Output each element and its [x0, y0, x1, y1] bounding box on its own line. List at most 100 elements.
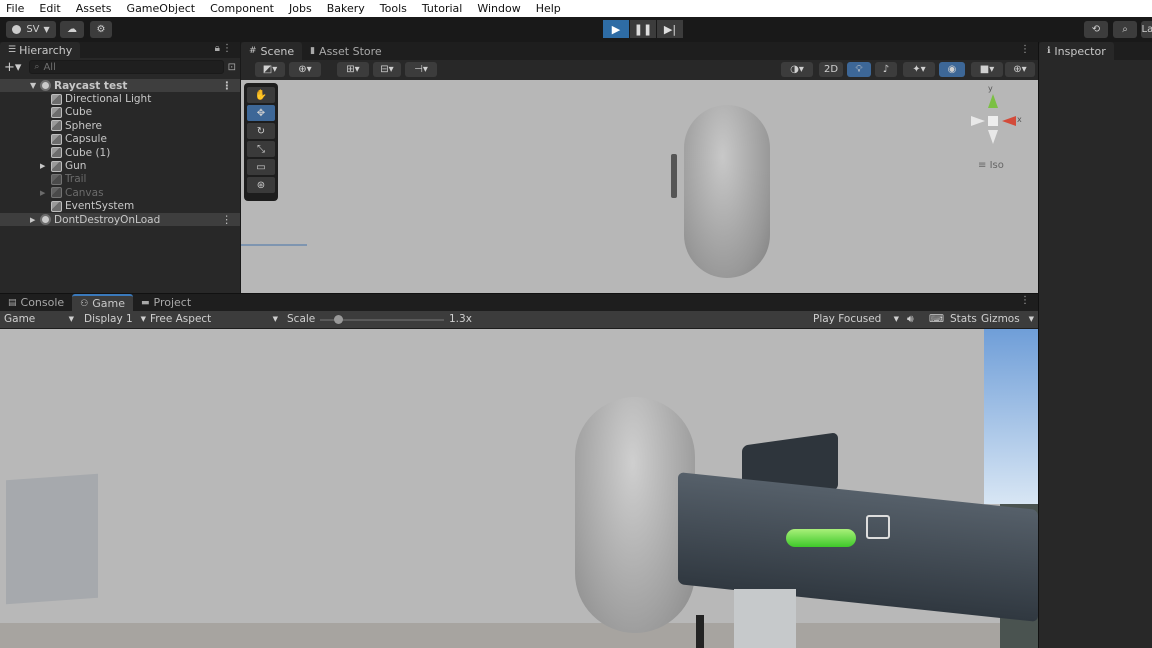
menu-file[interactable]: File — [6, 2, 24, 15]
play-button[interactable]: ▶ — [603, 20, 629, 38]
list-item[interactable]: Sphere — [0, 119, 240, 132]
scene-root-row[interactable]: ▼ Raycast test ⋮ — [0, 79, 240, 93]
history-icon[interactable]: ⟲ — [1084, 21, 1108, 38]
gizmo-neg-x[interactable] — [971, 116, 985, 126]
gizmos-dropdown[interactable]: Gizmos ▼ — [981, 313, 1037, 325]
tab-inspector[interactable]: ℹ Inspector — [1039, 42, 1114, 60]
list-item[interactable]: EventSystem — [0, 200, 240, 213]
gizmos-label: Gizmos — [981, 313, 1020, 325]
menu-jobs[interactable]: Jobs — [289, 2, 312, 15]
cloud-icon[interactable]: ☁ — [60, 21, 84, 38]
list-item[interactable]: ▶ Canvas — [0, 186, 240, 199]
list-item[interactable]: ▶ Gun — [0, 159, 240, 172]
gizmos-dropdown[interactable]: ⊕▾ — [1005, 62, 1035, 77]
tab-project[interactable]: ▬ Project — [133, 294, 200, 311]
hierarchy-search-input[interactable]: ⌕ All — [29, 60, 224, 74]
game-mode-label: Game — [4, 313, 36, 325]
rect-tool-icon[interactable]: ▭ — [247, 159, 275, 175]
kebab-menu-icon[interactable]: ⋮ — [222, 214, 233, 226]
layers-dropdown[interactable]: La — [1141, 21, 1152, 38]
dontdestroy-row[interactable]: ▶ DontDestroyOnLoad ⋮ — [0, 212, 240, 227]
menu-tutorial[interactable]: Tutorial — [422, 2, 462, 15]
collab-icon[interactable]: ⚙ — [90, 21, 112, 38]
menu-window[interactable]: Window — [477, 2, 520, 15]
list-item[interactable]: Directional Light — [0, 92, 240, 105]
add-icon[interactable]: +▾ — [4, 60, 21, 75]
lock-icon[interactable]: 🔒︎ — [215, 43, 220, 54]
lighting-toggle[interactable]: 💡︎ — [847, 62, 871, 77]
snap-increment-dropdown[interactable]: ⊟▾ — [373, 62, 401, 77]
list-item[interactable]: Trail — [0, 173, 240, 186]
ruler-dropdown[interactable]: ⊣▾ — [405, 62, 437, 77]
tab-asset-store[interactable]: ▮ Asset Store — [302, 42, 390, 60]
game-mode-dropdown[interactable]: Game ▼ — [4, 313, 74, 325]
grid-snap-dropdown[interactable]: ⊞▾ — [337, 62, 369, 77]
menu-tools[interactable]: Tools — [380, 2, 407, 15]
iso-toggle[interactable]: ≡ Iso — [978, 160, 1004, 171]
expand-arrow-icon[interactable]: ▶ — [30, 216, 35, 224]
capsule-object[interactable] — [684, 105, 770, 278]
menu-gameobject[interactable]: GameObject — [127, 2, 196, 15]
visibility-toggle[interactable]: ◉ — [939, 62, 965, 77]
aspect-dropdown[interactable]: Free Aspect ▼ — [150, 313, 278, 325]
gameobject-icon — [51, 173, 62, 185]
effects-dropdown[interactable]: ✦▾ — [903, 62, 935, 77]
global-dropdown[interactable]: ⊕▾ — [289, 62, 321, 77]
kebab-menu-icon[interactable]: ⋮ — [222, 80, 233, 92]
move-tool-icon[interactable]: ✥ — [247, 105, 275, 121]
step-button[interactable]: ▶| — [657, 20, 683, 38]
menu-bakery[interactable]: Bakery — [327, 2, 365, 15]
gizmo-neg-y[interactable] — [988, 130, 998, 144]
pause-button[interactable]: ❚❚ — [630, 20, 656, 38]
gameobject-icon — [51, 120, 62, 132]
menu-assets[interactable]: Assets — [76, 2, 112, 15]
game-toolbar: Game ▼ Display 1 ▼ Free Aspect ▼ Scale 1… — [0, 311, 1038, 329]
audio-toggle[interactable]: ♪ — [875, 62, 897, 77]
gizmo-x-axis[interactable] — [1002, 116, 1016, 126]
hierarchy-panel: ☰ Hierarchy 🔒︎ ⋮ +▾ ⌕ All ⊡ ▼ Raycast te… — [0, 42, 240, 293]
kebab-menu-icon[interactable]: ⋮ — [1020, 295, 1030, 306]
gizmo-y-axis[interactable] — [988, 94, 998, 108]
hand-tool-icon[interactable]: ✋ — [247, 87, 275, 103]
gizmo-center[interactable] — [988, 116, 998, 126]
transform-tool-icon[interactable]: ⊛ — [247, 177, 275, 193]
scale-slider-thumb[interactable] — [334, 315, 343, 324]
shading-dropdown[interactable]: ◑▾ — [781, 62, 813, 77]
menu-component[interactable]: Component — [210, 2, 274, 15]
menu-help[interactable]: Help — [536, 2, 561, 15]
list-item-label: Capsule — [65, 133, 107, 146]
player-figure[interactable] — [671, 154, 677, 198]
tab-scene[interactable]: # Scene — [241, 42, 303, 60]
toggle-2d-button[interactable]: 2D — [819, 62, 843, 77]
ground-line — [241, 244, 307, 246]
rotate-tool-icon[interactable]: ↻ — [247, 123, 275, 139]
list-item[interactable]: Capsule — [0, 133, 240, 146]
list-item-label: Trail — [65, 173, 87, 186]
display-dropdown[interactable]: Display 1 ▼ — [84, 313, 146, 325]
mute-audio-icon[interactable]: 🔊︎ — [907, 313, 914, 326]
tab-hierarchy[interactable]: ☰ Hierarchy — [0, 42, 81, 58]
stats-button[interactable]: Stats — [950, 313, 977, 325]
orientation-gizmo[interactable]: y x — [966, 84, 1026, 150]
draw-mode-dropdown[interactable]: ◩▾ — [255, 62, 285, 77]
scale-tool-icon[interactable]: ⤡ — [247, 141, 275, 157]
menu-edit[interactable]: Edit — [39, 2, 60, 15]
list-item[interactable]: Cube (1) — [0, 146, 240, 159]
search-icon[interactable]: ⌕ — [1113, 21, 1137, 38]
camera-dropdown[interactable]: ■▾ — [971, 62, 1003, 77]
search-options-icon[interactable]: ⊡ — [228, 62, 236, 73]
expand-arrow-icon[interactable]: ▶ — [40, 189, 45, 197]
account-dropdown[interactable]: SV ▼ — [6, 21, 56, 38]
expand-arrow-icon[interactable]: ▶ — [40, 162, 45, 170]
tab-game[interactable]: ⚇ Game — [72, 294, 134, 311]
kebab-menu-icon[interactable]: ⋮ — [1020, 44, 1030, 55]
game-viewport[interactable] — [0, 329, 1038, 648]
scale-slider[interactable] — [320, 315, 444, 324]
iso-label: Iso — [989, 160, 1004, 171]
scene-viewport[interactable]: ✋ ✥ ↻ ⤡ ▭ ⊛ y x ≡ Iso — [241, 80, 1038, 293]
keyboard-icon[interactable]: ⌨ — [929, 313, 944, 325]
list-item[interactable]: Cube — [0, 106, 240, 119]
tab-console[interactable]: ▤ Console — [0, 294, 73, 311]
kebab-menu-icon[interactable]: ⋮ — [222, 43, 232, 54]
play-focused-dropdown[interactable]: Play Focused ▼ — [813, 313, 899, 325]
